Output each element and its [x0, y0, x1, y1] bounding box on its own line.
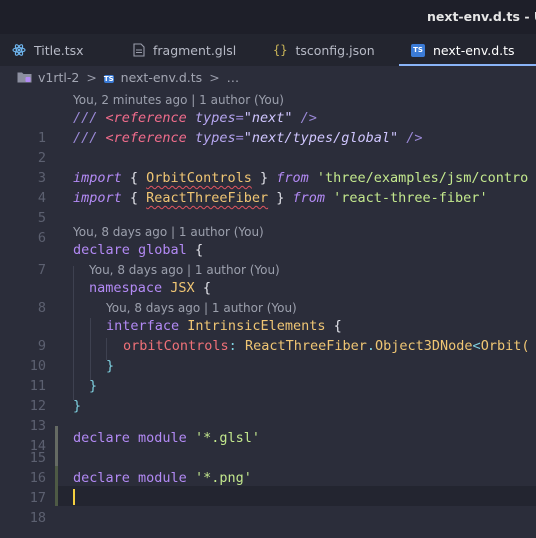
code-text: /// <reference types="next/types/global"…	[73, 130, 423, 146]
tab-bar: Title.tsx fragment.glsl {} tsconfig.json…	[0, 34, 536, 66]
line-number: 8	[37, 300, 46, 316]
title-bar: next-env.d.ts - Unt	[0, 0, 536, 34]
ts-icon: TS	[103, 74, 114, 83]
tab-label: fragment.glsl	[153, 42, 237, 58]
error-squiggle: ReactThreeFiber	[146, 190, 269, 206]
breadcrumb-separator: >	[86, 69, 97, 85]
code-line[interactable]: 4 import { OrbitControls } from 'three/e…	[0, 168, 536, 206]
breadcrumb-folder[interactable]: v1rtl-2	[38, 70, 79, 85]
tab-tsconfig-json[interactable]: {} tsconfig.json	[273, 34, 375, 66]
code-text: declare global {	[73, 242, 204, 258]
line-number: 7	[37, 262, 46, 278]
code-line[interactable]: 8 namespace JSX {	[0, 278, 536, 316]
code-text: interface IntrinsicElements {	[106, 318, 342, 334]
code-line[interactable]: 6	[0, 208, 536, 246]
code-line[interactable]: 1 /// <reference types="next" />	[0, 108, 536, 146]
file-icon	[133, 43, 145, 57]
code-text: declare module '*.png'	[73, 470, 252, 486]
code-line[interactable]: 15 declare module '*.glsl'	[0, 428, 536, 466]
blame-annotation[interactable]: You, 2 minutes ago | 1 author (You)	[73, 90, 284, 110]
code-line[interactable]: 9 interface IntrinsicElements {	[0, 316, 536, 354]
tab-label: next-env.d.ts	[433, 42, 515, 58]
folder-icon	[17, 71, 32, 83]
react-icon	[12, 43, 26, 57]
code-line[interactable]: 7 declare global {	[0, 240, 536, 278]
code-text: import { OrbitControls } from 'three/exa…	[73, 170, 529, 186]
code-text: import { ReactThreeFiber } from 'react-t…	[73, 190, 488, 206]
code-line[interactable]: 18	[0, 488, 536, 526]
blame-annotation[interactable]: You, 8 days ago | 1 author (You)	[106, 298, 297, 318]
code-text: }	[73, 398, 82, 414]
code-line[interactable]: 10 orbitControls: ReactThreeFiber.Object…	[0, 336, 536, 374]
tab-fragment-glsl[interactable]: fragment.glsl	[133, 34, 236, 66]
code-line[interactable]: 17 declare module '*.png'	[0, 468, 536, 506]
window-title: next-env.d.ts - Unt	[427, 9, 536, 24]
tab-title-tsx[interactable]: Title.tsx	[12, 34, 84, 66]
code-text: orbitControls: ReactThreeFiber.Object3DN…	[123, 338, 530, 354]
tab-next-env-d-ts[interactable]: TS next-env.d.ts	[411, 34, 515, 66]
code-text: declare module '*.glsl'	[73, 430, 260, 446]
line-number: 18	[29, 510, 46, 526]
code-line[interactable]: 3	[0, 148, 536, 186]
code-text: /// <reference types="next" />	[73, 110, 317, 126]
tab-label: Title.tsx	[34, 42, 84, 58]
json-braces-icon: {}	[273, 43, 288, 57]
text-cursor	[73, 489, 75, 505]
code-line[interactable]: 13 }	[0, 396, 536, 434]
code-line[interactable]: 16	[0, 448, 536, 486]
blame-annotation[interactable]: You, 8 days ago | 1 author (You)	[89, 260, 280, 280]
code-text: }	[89, 378, 98, 394]
error-squiggle: OrbitControls	[146, 170, 252, 186]
code-text: namespace JSX {	[89, 280, 211, 296]
code-text: }	[106, 358, 115, 374]
breadcrumb-separator: >	[209, 69, 220, 85]
ts-icon: TS	[411, 43, 425, 57]
code-line[interactable]: 12 }	[0, 376, 536, 414]
breadcrumb-symbols[interactable]: …	[227, 70, 240, 85]
tab-label: tsconfig.json	[295, 42, 375, 58]
breadcrumb-file[interactable]: next-env.d.ts	[121, 70, 203, 85]
code-line[interactable]: 11 }	[0, 356, 536, 394]
code-line[interactable]: 5 import { ReactThreeFiber } from 'react…	[0, 188, 536, 226]
breadcrumb: v1rtl-2 > TS next-env.d.ts > …	[0, 66, 536, 88]
code-line[interactable]: 2 /// <reference types="next/types/globa…	[0, 128, 536, 166]
